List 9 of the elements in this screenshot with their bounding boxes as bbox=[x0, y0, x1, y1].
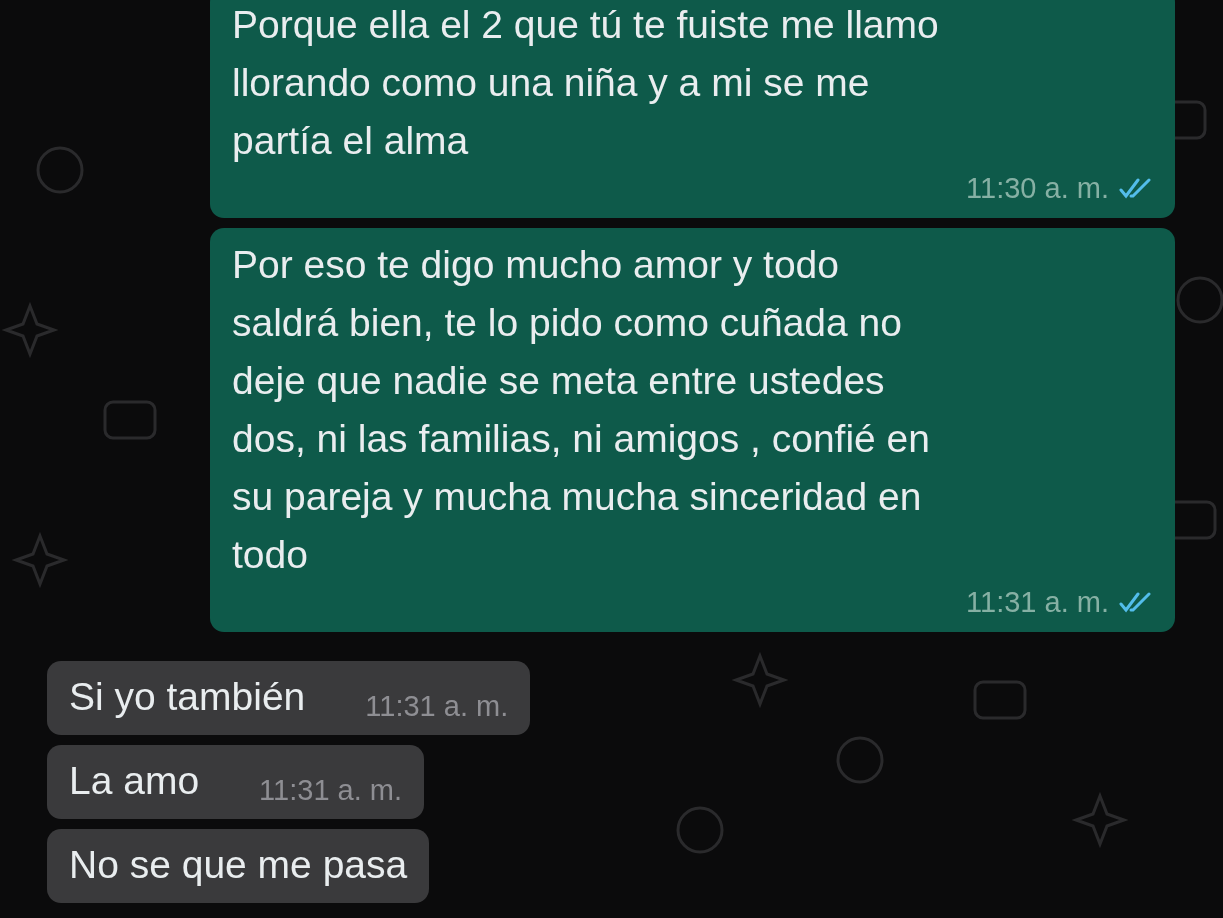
message-time: 11:31 a. m. bbox=[365, 690, 509, 723]
message-text: Porque ella el 2 que tú te fuiste me llamo llorando como una niña y a mi se me partía el alma bbox=[232, 2, 940, 164]
message-text: La amo bbox=[69, 758, 200, 804]
message-time: 11:30 a. m. bbox=[966, 171, 1109, 205]
message-time: 11:31 a. m. bbox=[259, 774, 403, 807]
message-text: Si yo también bbox=[69, 674, 306, 720]
message-time: 11:31 a. m. bbox=[966, 585, 1109, 619]
message-text: No se que me pasa bbox=[69, 842, 408, 888]
message-text: Por eso te digo mucho amor y todo saldrá bien, te lo pido como cuñada no deje que nadie se meta entre ustedes dos, ni las familias, ni amigos , confié en su pareja y mucha mucha sinceridad en todo bbox=[232, 242, 931, 578]
